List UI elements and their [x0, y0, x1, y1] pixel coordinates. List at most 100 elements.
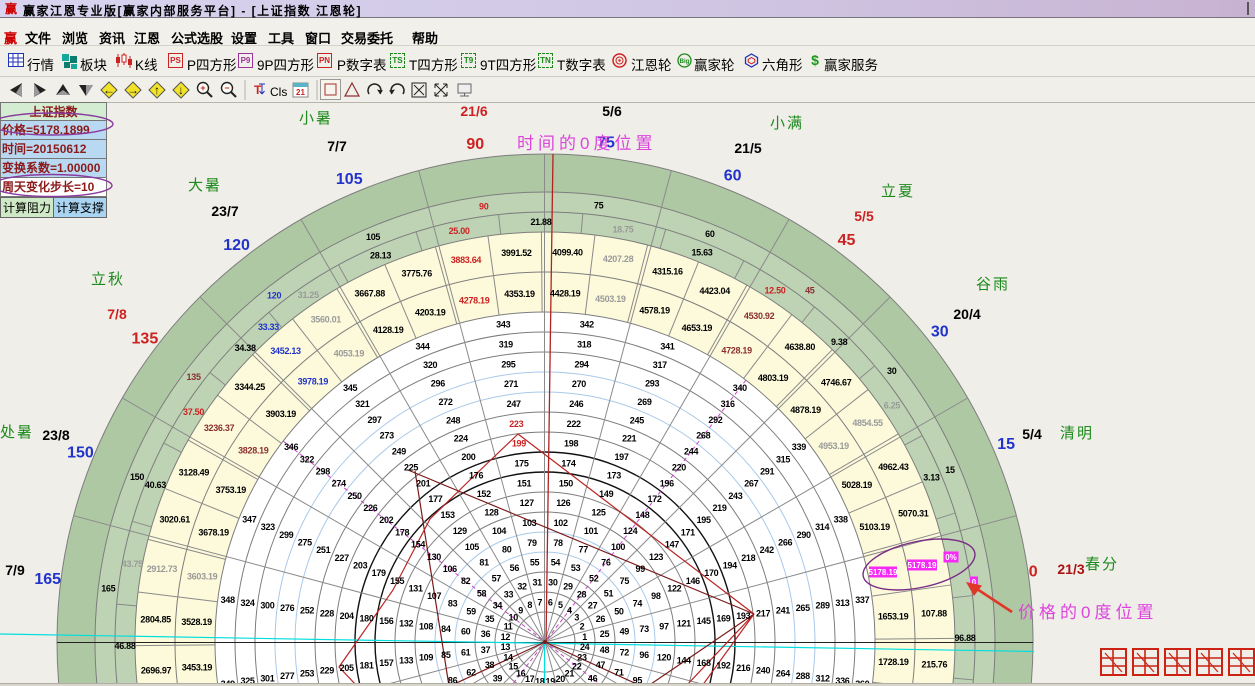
svg-text:133: 133	[399, 655, 413, 665]
svg-text:74: 74	[633, 599, 643, 609]
svg-text:288: 288	[796, 671, 810, 681]
svg-text:3991.52: 3991.52	[501, 248, 532, 258]
svg-text:59: 59	[466, 606, 476, 616]
svg-text:60: 60	[724, 167, 742, 184]
svg-text:2912.73: 2912.73	[147, 564, 178, 574]
svg-text:154: 154	[411, 540, 425, 550]
svg-text:131: 131	[409, 583, 423, 593]
svg-text:100: 100	[611, 542, 625, 552]
svg-text:5178.19: 5178.19	[908, 561, 937, 570]
svg-text:25: 25	[600, 629, 610, 639]
svg-text:199: 199	[512, 439, 526, 449]
svg-text:294: 294	[574, 359, 588, 369]
svg-text:299: 299	[279, 530, 293, 540]
svg-text:253: 253	[300, 668, 314, 678]
svg-text:226: 226	[363, 503, 377, 513]
svg-text:106: 106	[443, 564, 457, 574]
svg-text:342: 342	[580, 320, 594, 330]
svg-text:269: 269	[637, 397, 651, 407]
svg-text:5/5: 5/5	[854, 208, 874, 224]
svg-text:170: 170	[704, 568, 718, 578]
svg-text:90: 90	[479, 201, 489, 211]
svg-text:谷雨: 谷雨	[976, 276, 1010, 293]
svg-text:4353.19: 4353.19	[504, 289, 535, 299]
svg-text:6: 6	[548, 597, 553, 607]
svg-text:224: 224	[454, 434, 468, 444]
svg-text:4053.19: 4053.19	[334, 348, 365, 358]
svg-text:222: 222	[567, 419, 581, 429]
svg-text:37.50: 37.50	[183, 407, 204, 417]
svg-text:273: 273	[380, 431, 394, 441]
svg-text:↓: ↓	[178, 83, 184, 97]
svg-text:120: 120	[223, 237, 250, 254]
svg-text:153: 153	[441, 510, 455, 520]
svg-text:72: 72	[620, 647, 630, 657]
svg-text:196: 196	[660, 478, 674, 488]
svg-text:45: 45	[838, 232, 856, 249]
svg-text:340: 340	[733, 383, 747, 393]
svg-text:3883.64: 3883.64	[451, 255, 482, 265]
svg-text:↑: ↑	[154, 83, 160, 97]
svg-text:45: 45	[805, 286, 815, 296]
svg-text:220: 220	[672, 462, 686, 472]
svg-text:99: 99	[635, 564, 645, 574]
svg-text:249: 249	[392, 447, 406, 457]
svg-text:225: 225	[404, 462, 418, 472]
svg-text:193: 193	[736, 611, 750, 621]
svg-text:33.33: 33.33	[258, 322, 279, 332]
svg-text:60: 60	[705, 229, 715, 239]
svg-text:3452.13: 3452.13	[270, 346, 301, 356]
svg-text:314: 314	[815, 522, 829, 532]
svg-text:125: 125	[592, 508, 606, 518]
svg-text:17: 17	[525, 674, 535, 683]
svg-text:T: T	[254, 83, 262, 97]
svg-text:56: 56	[510, 563, 520, 573]
svg-text:21/6: 21/6	[460, 103, 487, 119]
svg-text:77: 77	[579, 545, 589, 555]
svg-text:274: 274	[332, 479, 346, 489]
svg-text:198: 198	[564, 439, 578, 449]
svg-text:149: 149	[599, 489, 613, 499]
svg-text:0%: 0%	[945, 553, 957, 562]
svg-text:5: 5	[558, 600, 563, 610]
svg-text:22: 22	[572, 661, 582, 671]
svg-text:192: 192	[716, 660, 730, 670]
svg-text:立夏: 立夏	[881, 183, 915, 200]
svg-text:1728.19: 1728.19	[878, 657, 909, 667]
svg-text:165: 165	[101, 583, 115, 593]
svg-text:78: 78	[553, 538, 563, 548]
svg-text:321: 321	[355, 399, 369, 409]
svg-text:343: 343	[496, 320, 510, 330]
svg-text:20/4: 20/4	[953, 306, 980, 322]
svg-text:171: 171	[681, 527, 695, 537]
svg-text:319: 319	[499, 340, 513, 350]
svg-text:28: 28	[577, 589, 587, 599]
svg-text:小满: 小满	[770, 115, 804, 132]
svg-text:227: 227	[335, 553, 349, 563]
svg-text:3453.19: 3453.19	[182, 663, 213, 673]
svg-text:223: 223	[509, 419, 523, 429]
svg-text:3678.19: 3678.19	[198, 527, 229, 537]
svg-text:172: 172	[648, 494, 662, 504]
svg-text:179: 179	[372, 568, 386, 578]
svg-text:148: 148	[635, 510, 649, 520]
svg-text:108: 108	[419, 621, 433, 631]
svg-text:300: 300	[260, 600, 274, 610]
svg-text:25.00: 25.00	[449, 226, 470, 236]
svg-text:250: 250	[348, 491, 362, 501]
svg-text:325: 325	[241, 676, 255, 683]
svg-text:85: 85	[441, 650, 451, 660]
svg-text:1653.19: 1653.19	[878, 611, 909, 621]
svg-text:338: 338	[834, 515, 848, 525]
svg-text:21/5: 21/5	[734, 140, 761, 156]
svg-text:4: 4	[567, 605, 572, 615]
svg-text:229: 229	[320, 666, 334, 676]
svg-text:76: 76	[601, 558, 611, 568]
svg-text:$: $	[811, 52, 819, 68]
svg-text:15.63: 15.63	[691, 247, 712, 257]
svg-text:289: 289	[816, 600, 830, 610]
svg-text:317: 317	[653, 360, 667, 370]
svg-text:276: 276	[280, 603, 294, 613]
svg-text:11: 11	[504, 622, 513, 632]
svg-text:277: 277	[280, 671, 294, 681]
